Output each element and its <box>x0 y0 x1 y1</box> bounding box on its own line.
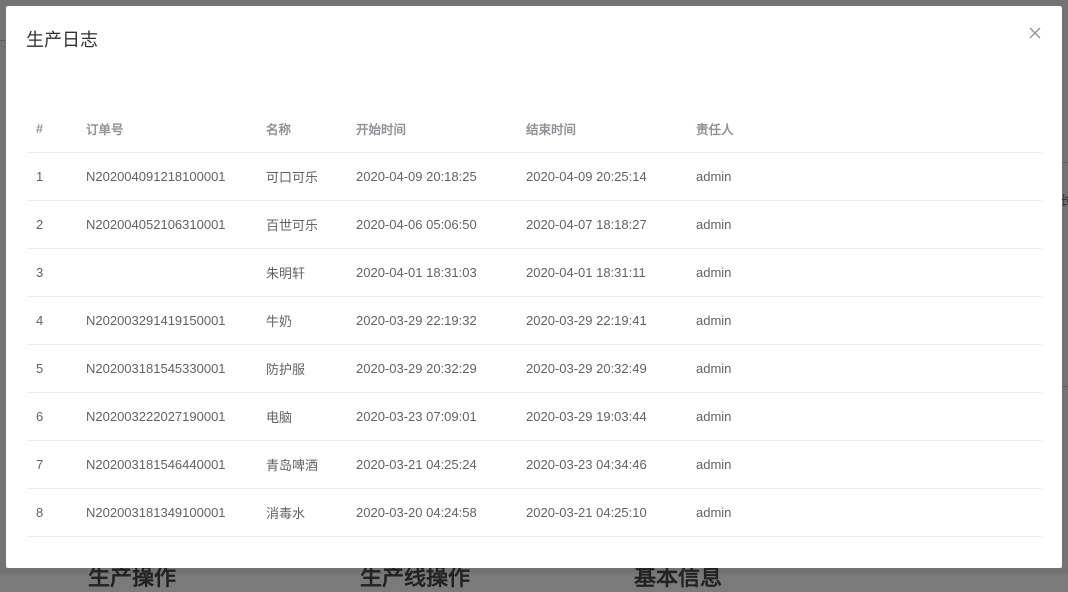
cell-owner: admin <box>686 440 1042 489</box>
cell-owner: admin <box>686 344 1042 393</box>
cell-owner: admin <box>686 200 1042 249</box>
cell-start-time: 2020-03-21 04:25:24 <box>346 440 516 489</box>
column-header-start-time: 开始时间 <box>346 105 516 153</box>
table-row[interactable]: 7 N202003181546440001 青岛啤酒 2020-03-21 04… <box>26 440 1042 489</box>
cell-end-time: 2020-03-21 04:25:10 <box>516 488 686 537</box>
cell-start-time: 2020-03-23 07:09:01 <box>346 392 516 441</box>
cell-owner: admin <box>686 296 1042 345</box>
cell-name: 牛奶 <box>256 296 346 345</box>
cell-index: 5 <box>26 344 76 393</box>
cell-order-no: N202004091218100001 <box>76 152 256 201</box>
production-log-dialog: 生产日志 # 订单号 名称 开始时间 结束时间 责任人 1 N202004091… <box>6 6 1062 568</box>
table-header-row: # 订单号 名称 开始时间 结束时间 责任人 <box>26 105 1042 153</box>
table-row[interactable]: 1 N202004091218100001 可口可乐 2020-04-09 20… <box>26 152 1042 201</box>
cell-start-time: 2020-04-06 05:06:50 <box>346 200 516 249</box>
column-header-order-no: 订单号 <box>76 105 256 153</box>
cell-owner: admin <box>686 488 1042 537</box>
cell-name: 电脑 <box>256 392 346 441</box>
cell-end-time: 2020-04-07 18:18:27 <box>516 200 686 249</box>
cell-index: 3 <box>26 248 76 297</box>
cell-order-no: N202003291419150001 <box>76 296 256 345</box>
cell-name: 可口可乐 <box>256 152 346 201</box>
table-row[interactable]: 3 朱明轩 2020-04-01 18:31:03 2020-04-01 18:… <box>26 248 1042 297</box>
cell-order-no <box>76 248 256 297</box>
cell-start-time: 2020-03-29 20:32:29 <box>346 344 516 393</box>
cell-index: 7 <box>26 440 76 489</box>
cell-end-time: 2020-03-29 22:19:41 <box>516 296 686 345</box>
dialog-title: 生产日志 <box>26 30 98 50</box>
cell-end-time: 2020-04-01 18:31:11 <box>516 248 686 297</box>
cell-name: 百世可乐 <box>256 200 346 249</box>
cell-name: 朱明轩 <box>256 248 346 297</box>
cell-start-time: 2020-03-20 04:24:58 <box>346 488 516 537</box>
close-icon[interactable] <box>1028 26 1042 40</box>
table-row[interactable]: 4 N202003291419150001 牛奶 2020-03-29 22:1… <box>26 296 1042 345</box>
cell-order-no: N202003222027190001 <box>76 392 256 441</box>
table-row[interactable]: 2 N202004052106310001 百世可乐 2020-04-06 05… <box>26 200 1042 249</box>
cell-owner: admin <box>686 248 1042 297</box>
column-header-name: 名称 <box>256 105 346 153</box>
cell-end-time: 2020-03-29 20:32:49 <box>516 344 686 393</box>
cell-index: 2 <box>26 200 76 249</box>
cell-index: 8 <box>26 488 76 537</box>
cell-owner: admin <box>686 392 1042 441</box>
column-header-index: # <box>26 105 76 153</box>
cell-order-no: N202003181545330001 <box>76 344 256 393</box>
column-header-end-time: 结束时间 <box>516 105 686 153</box>
cell-order-no: N202003181349100001 <box>76 488 256 537</box>
cell-order-no: N202003181546440001 <box>76 440 256 489</box>
cell-index: 4 <box>26 296 76 345</box>
cell-end-time: 2020-03-29 19:03:44 <box>516 392 686 441</box>
background-divider <box>1062 162 1068 163</box>
cell-index: 6 <box>26 392 76 441</box>
cell-order-no: N202004052106310001 <box>76 200 256 249</box>
production-log-table: # 订单号 名称 开始时间 结束时间 责任人 1 N20200409121810… <box>26 105 1042 537</box>
cell-start-time: 2020-03-29 22:19:32 <box>346 296 516 345</box>
cell-name: 防护服 <box>256 344 346 393</box>
cell-index: 1 <box>26 152 76 201</box>
table-row[interactable]: 5 N202003181545330001 防护服 2020-03-29 20:… <box>26 344 1042 393</box>
cell-end-time: 2020-03-23 04:34:46 <box>516 440 686 489</box>
column-header-owner: 责任人 <box>686 105 1042 153</box>
table-row[interactable]: 6 N202003222027190001 电脑 2020-03-23 07:0… <box>26 392 1042 441</box>
cell-name: 青岛啤酒 <box>256 440 346 489</box>
cell-owner: admin <box>686 152 1042 201</box>
cell-name: 消毒水 <box>256 488 346 537</box>
table-row[interactable]: 8 N202003181349100001 消毒水 2020-03-20 04:… <box>26 488 1042 537</box>
cell-start-time: 2020-04-01 18:31:03 <box>346 248 516 297</box>
cell-start-time: 2020-04-09 20:18:25 <box>346 152 516 201</box>
cell-end-time: 2020-04-09 20:25:14 <box>516 152 686 201</box>
watermark-text: CSDN @说书客啊 <box>931 549 1054 567</box>
background-divider <box>1062 386 1068 387</box>
